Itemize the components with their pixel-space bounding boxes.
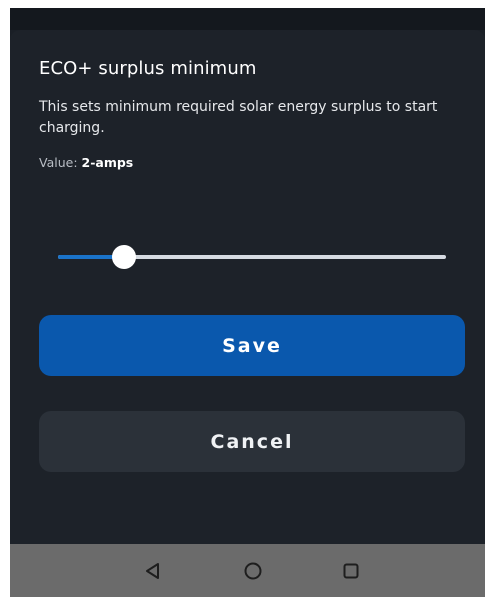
slider-thumb[interactable] [111, 245, 136, 269]
dialog-title: ECO+ surplus minimum [39, 58, 257, 79]
back-icon[interactable] [140, 558, 166, 584]
dialog-description: This sets minimum required solar energy … [39, 99, 438, 136]
surplus-slider[interactable] [55, 242, 449, 272]
save-button[interactable]: Save [39, 315, 465, 376]
cancel-button[interactable]: Cancel [39, 411, 465, 472]
system-navigation-bar [10, 544, 485, 597]
home-icon[interactable] [240, 558, 266, 584]
value-text: 2-amps [81, 155, 134, 170]
status-bar [10, 8, 485, 30]
app-screen: ECO+ surplus minimum This sets minimum r… [10, 8, 485, 597]
value-label: Value: [39, 155, 82, 170]
bottom-sheet-dialog: ECO+ surplus minimum This sets minimum r… [10, 30, 485, 544]
value-readout: Value: 2-amps [39, 155, 133, 170]
recents-icon[interactable] [338, 558, 364, 584]
